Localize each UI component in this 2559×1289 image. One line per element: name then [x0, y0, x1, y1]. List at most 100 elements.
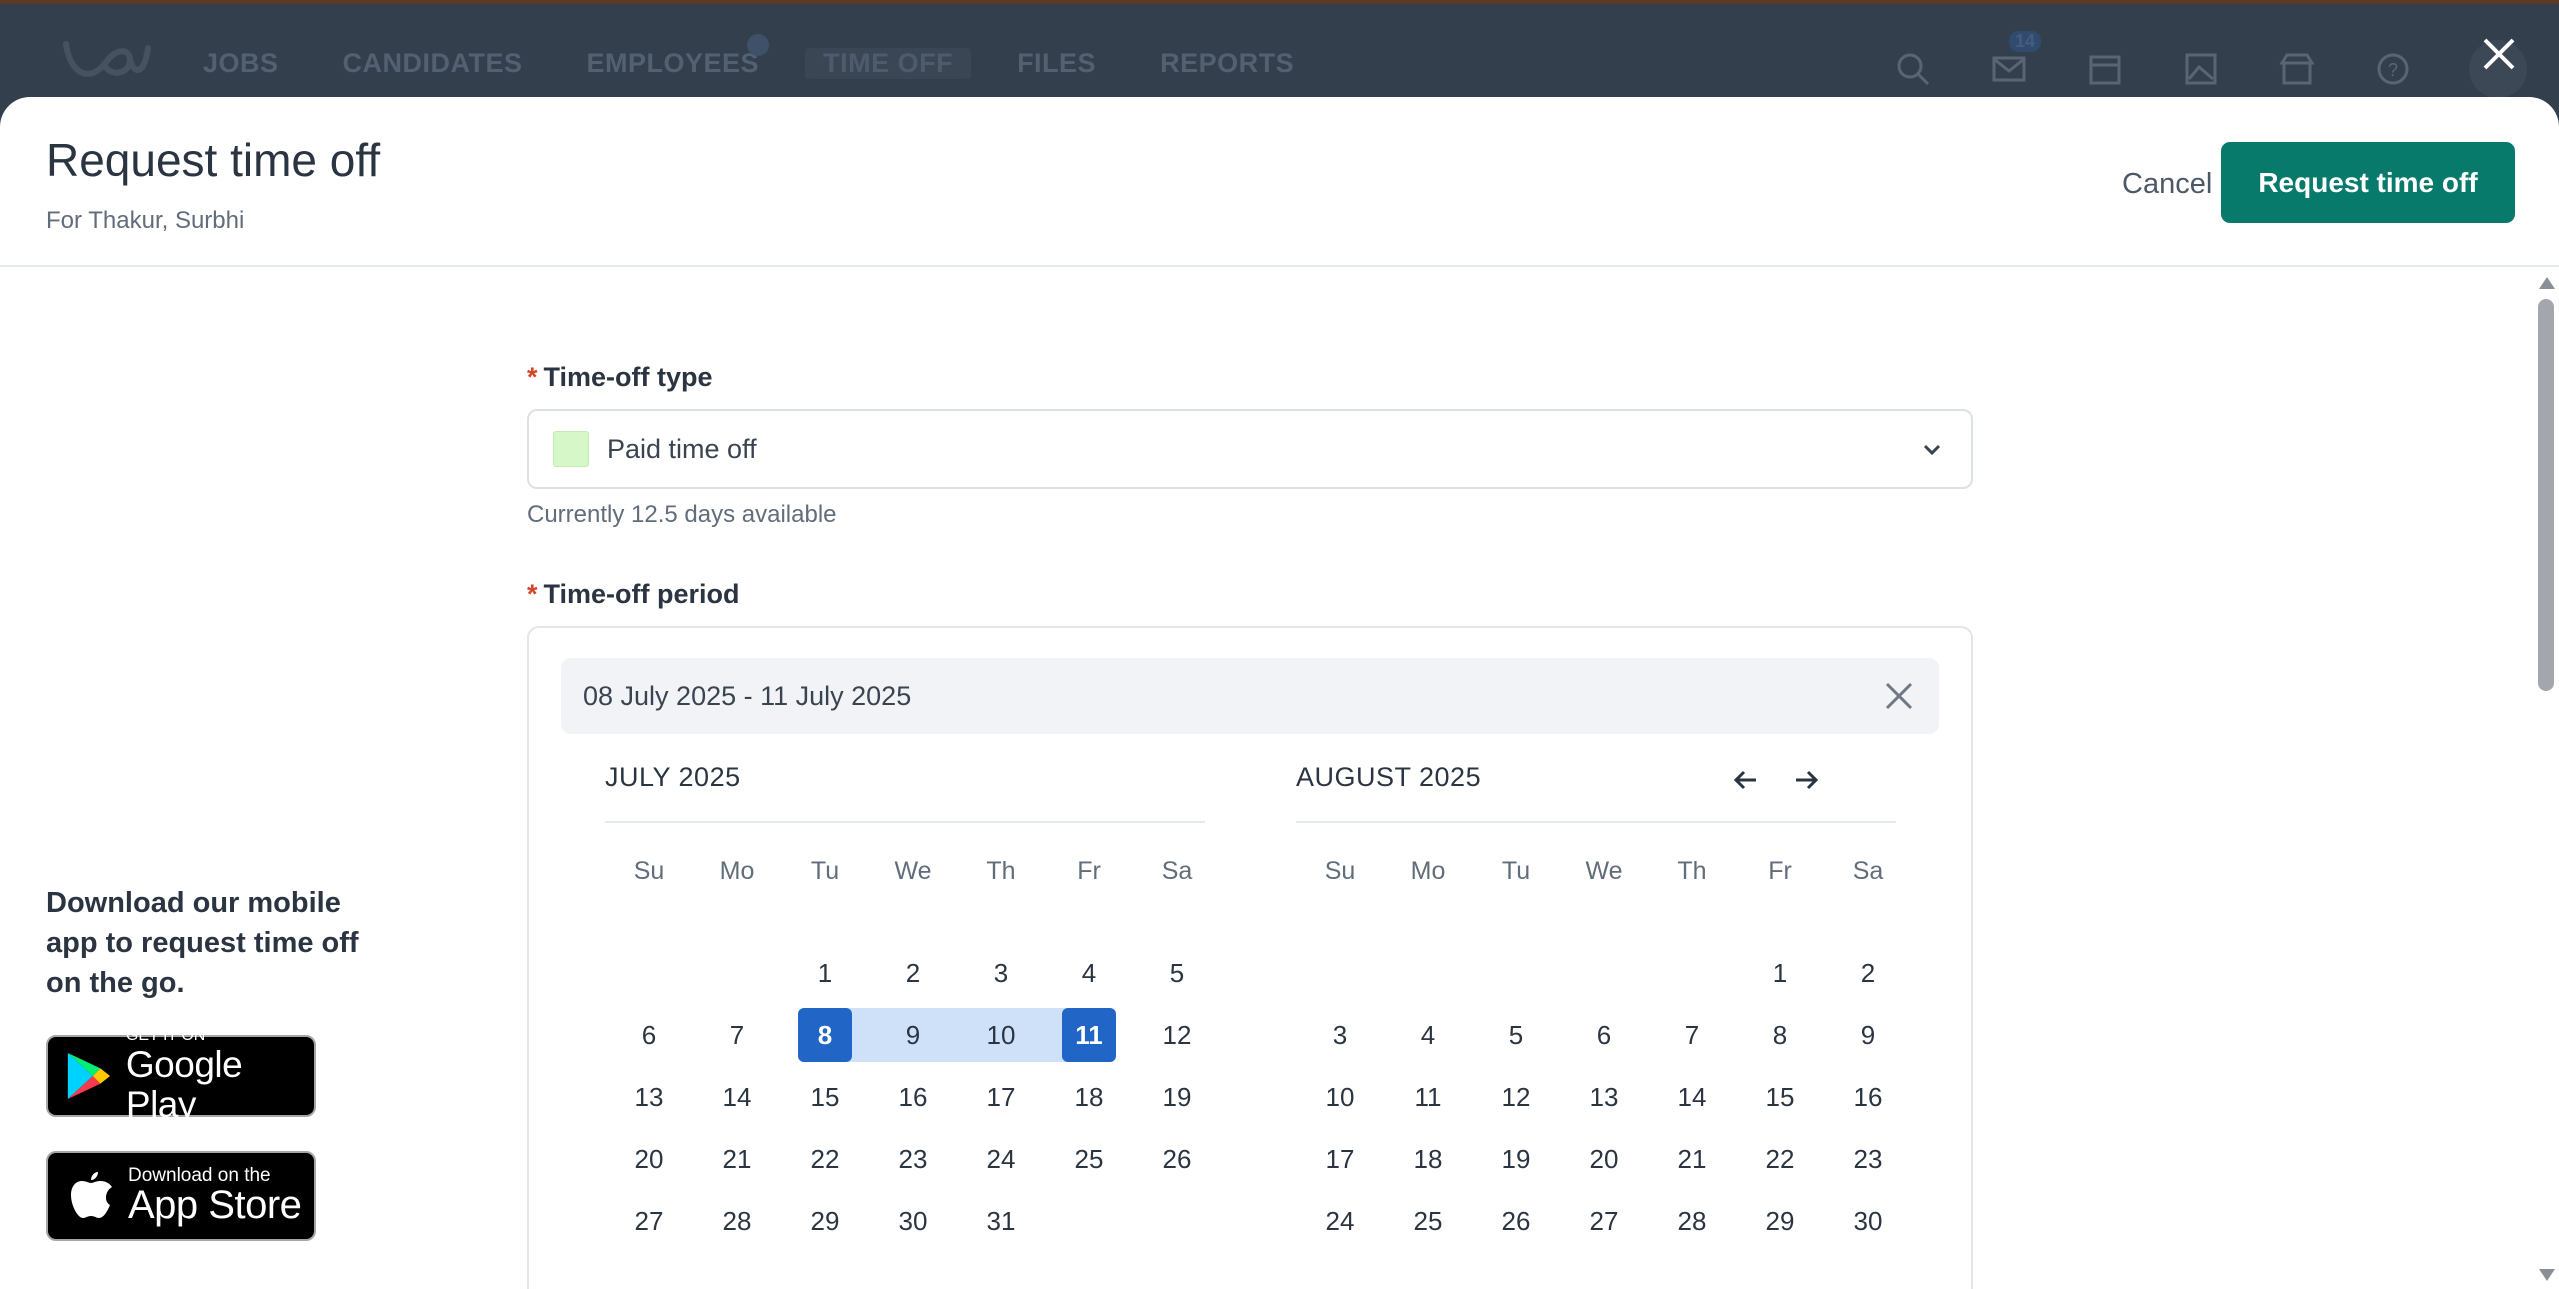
calendar-day[interactable]: 27 — [605, 1194, 693, 1256]
calendar-empty-cell — [1648, 946, 1736, 1008]
calendar-day[interactable]: 22 — [1736, 1132, 1824, 1194]
calendar-day[interactable]: 10 — [1296, 1070, 1384, 1132]
calendar-day[interactable]: 17 — [957, 1070, 1045, 1132]
calendar-day[interactable]: 28 — [1648, 1194, 1736, 1256]
workable-logo[interactable] — [60, 34, 152, 90]
help-icon[interactable]: ? — [2373, 49, 2413, 89]
calendar-day-number: 18 — [1074, 1082, 1104, 1112]
calendar-day[interactable]: 4 — [1045, 946, 1133, 1008]
calendar-day[interactable]: 29 — [1736, 1194, 1824, 1256]
image-icon[interactable] — [2181, 49, 2221, 89]
calendar-day[interactable]: 7 — [1648, 1008, 1736, 1070]
calendar-day[interactable]: 18 — [1384, 1132, 1472, 1194]
calendar-day[interactable]: 8 — [1736, 1008, 1824, 1070]
calendar-day[interactable]: 29 — [781, 1194, 869, 1256]
calendar-day[interactable]: 6 — [1560, 1008, 1648, 1070]
next-month-arrow-icon[interactable] — [1788, 762, 1824, 798]
calendar-day[interactable]: 7 — [693, 1008, 781, 1070]
time-off-type-select[interactable]: Paid time off — [527, 409, 1973, 489]
calendar-day[interactable]: 1 — [781, 946, 869, 1008]
calendar-day[interactable]: 5 — [1472, 1008, 1560, 1070]
calendar-day[interactable]: 17 — [1296, 1132, 1384, 1194]
calendar-day[interactable]: 24 — [957, 1132, 1045, 1194]
search-icon[interactable] — [1893, 49, 1933, 89]
calendar-day[interactable]: 13 — [1560, 1070, 1648, 1132]
calendar-day[interactable]: 27 — [1560, 1194, 1648, 1256]
nav-item-candidates[interactable]: CANDIDATES — [343, 48, 523, 79]
calendar-day[interactable]: 15 — [781, 1070, 869, 1132]
calendar-icon[interactable] — [2085, 49, 2125, 89]
clear-date-icon[interactable] — [1881, 678, 1917, 714]
calendar-day[interactable]: 25 — [1045, 1132, 1133, 1194]
calendar-day[interactable]: 14 — [693, 1070, 781, 1132]
calendar-day[interactable]: 28 — [693, 1194, 781, 1256]
calendar-day[interactable]: 3 — [957, 946, 1045, 1008]
calendar-day[interactable]: 4 — [1384, 1008, 1472, 1070]
nav-item-files[interactable]: FILES — [1017, 48, 1096, 79]
scroll-down-icon[interactable] — [2539, 1269, 2555, 1281]
store-icon[interactable] — [2277, 49, 2317, 89]
calendar-day[interactable]: 9 — [1824, 1008, 1912, 1070]
nav-item-jobs[interactable]: JOBS — [203, 48, 279, 79]
calendar-day[interactable]: 21 — [1648, 1132, 1736, 1194]
previous-month-arrow-icon[interactable] — [1728, 762, 1764, 798]
calendar-day-number: 15 — [810, 1082, 840, 1112]
calendar-day-in-range[interactable]: 9 — [868, 1008, 958, 1070]
calendar-day[interactable]: 12 — [1133, 1008, 1221, 1070]
calendar-day-range-start[interactable]: 8 — [781, 1008, 869, 1070]
google-play-badge[interactable]: GET IT ON Google Play — [46, 1027, 316, 1125]
nav-notification-dot — [747, 34, 770, 56]
calendar-day[interactable]: 6 — [605, 1008, 693, 1070]
calendar-day[interactable]: 24 — [1296, 1194, 1384, 1256]
weekday-header: We — [894, 857, 932, 885]
calendar-day[interactable]: 3 — [1296, 1008, 1384, 1070]
apple-icon — [71, 1172, 112, 1218]
calendar-day[interactable]: 23 — [1824, 1132, 1912, 1194]
calendar-day[interactable]: 20 — [1560, 1132, 1648, 1194]
calendar-day[interactable]: 15 — [1736, 1070, 1824, 1132]
calendar-day[interactable]: 5 — [1133, 946, 1221, 1008]
calendar-day[interactable]: 30 — [869, 1194, 957, 1256]
scroll-up-icon[interactable] — [2539, 277, 2555, 289]
calendar-day[interactable]: 19 — [1133, 1070, 1221, 1132]
app-store-badge[interactable]: Download on the App Store — [46, 1151, 316, 1241]
scrollbar-thumb[interactable] — [2538, 299, 2554, 691]
calendar-day-number: 8 — [1772, 1020, 1788, 1050]
calendar-day[interactable]: 25 — [1384, 1194, 1472, 1256]
calendar-day[interactable]: 26 — [1133, 1132, 1221, 1194]
nav-item-employees[interactable]: EMPLOYEES — [587, 34, 770, 79]
calendar-day[interactable]: 16 — [1824, 1070, 1912, 1132]
request-time-off-button[interactable]: Request time off — [2221, 142, 2515, 223]
calendar-day[interactable]: 19 — [1472, 1132, 1560, 1194]
calendar-day[interactable]: 1 — [1736, 946, 1824, 1008]
calendar-day-range-end[interactable]: 11 — [1045, 1008, 1133, 1070]
calendar-day[interactable]: 16 — [869, 1070, 957, 1132]
calendar-day[interactable]: 14 — [1648, 1070, 1736, 1132]
calendar-day[interactable]: 21 — [693, 1132, 781, 1194]
scrollbar[interactable] — [2533, 275, 2559, 1289]
calendar-day-number: 26 — [1162, 1144, 1192, 1174]
calendar-day[interactable]: 12 — [1472, 1070, 1560, 1132]
inbox-icon[interactable]: 14 — [1989, 31, 2042, 89]
weekday-header: We — [1585, 857, 1623, 885]
date-range-input[interactable]: 08 July 2025 - 11 July 2025 — [561, 658, 1939, 734]
calendar-day[interactable]: 13 — [605, 1070, 693, 1132]
calendar-day[interactable]: 30 — [1824, 1194, 1912, 1256]
cancel-button[interactable]: Cancel — [2116, 167, 2218, 202]
calendar-day[interactable]: 18 — [1045, 1070, 1133, 1132]
close-modal-icon[interactable] — [2477, 32, 2521, 76]
calendar-day-in-range[interactable]: 10 — [956, 1008, 1046, 1070]
calendar-grid: Su Mo Tu We Th Fr Sa 1 2 3 4 5 6 7 8 9 10 11 12 13 14 15 16 17 1… — [1296, 853, 1896, 1256]
calendar-day[interactable]: 20 — [605, 1132, 693, 1194]
calendar-day[interactable]: 11 — [1384, 1070, 1472, 1132]
nav-item-reports[interactable]: REPORTS — [1160, 48, 1294, 79]
calendar-day[interactable]: 2 — [869, 946, 957, 1008]
nav-item-time-off[interactable]: TIME OFF — [805, 48, 972, 79]
calendar-day-number: 2 — [905, 958, 921, 988]
calendar-day[interactable]: 2 — [1824, 946, 1912, 1008]
calendar-day[interactable]: 31 — [957, 1194, 1045, 1256]
weekday-header: Mo — [719, 857, 755, 885]
calendar-day[interactable]: 26 — [1472, 1194, 1560, 1256]
calendar-day[interactable]: 22 — [781, 1132, 869, 1194]
calendar-day[interactable]: 23 — [869, 1132, 957, 1194]
